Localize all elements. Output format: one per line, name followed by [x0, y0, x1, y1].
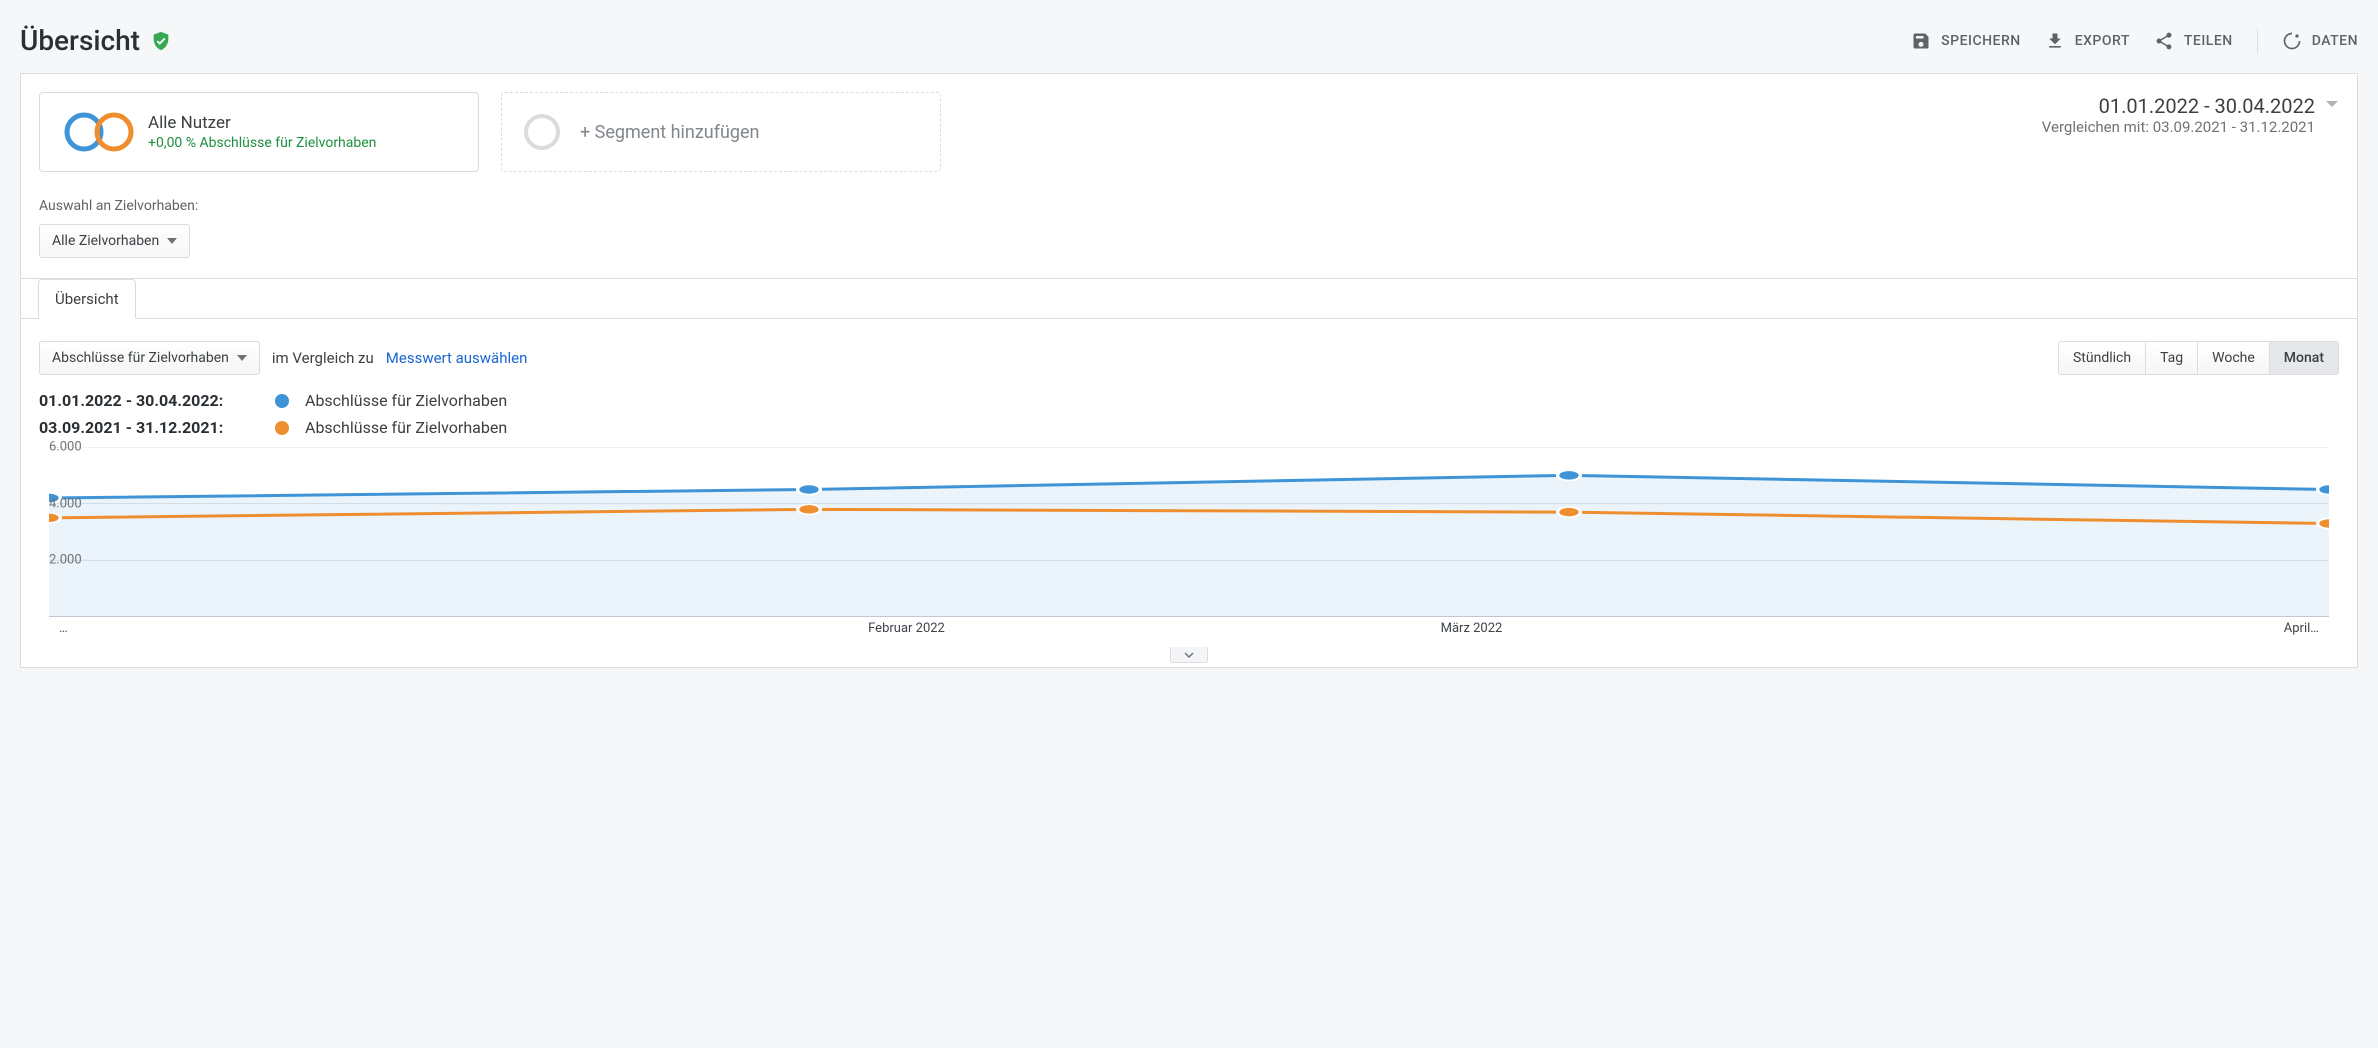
- segment-subtitle: +0,00 % Abschlüsse für Zielvorhaben: [148, 135, 376, 151]
- legend-row-previous: 03.09.2021 - 31.12.2021: Abschlüsse für …: [39, 418, 2339, 437]
- date-range-main: 01.01.2022 - 30.04.2022: [2099, 94, 2315, 118]
- goal-select[interactable]: Alle Zielvorhaben: [39, 224, 190, 258]
- legend-dot-orange-icon: [275, 421, 289, 435]
- granularity-toggle: Stündlich Tag Woche Monat: [2058, 341, 2339, 375]
- date-range-picker[interactable]: 01.01.2022 - 30.04.2022 Vergleichen mit:…: [2042, 92, 2339, 136]
- legend-row-current: 01.01.2022 - 30.04.2022: Abschlüsse für …: [39, 391, 2339, 410]
- title-wrap: Übersicht: [20, 24, 172, 57]
- y-tick-label: 4.000: [49, 496, 82, 511]
- metric-row: Abschlüsse für Zielvorhaben im Vergleich…: [39, 319, 2339, 385]
- goal-select-value: Alle Zielvorhaben: [52, 233, 159, 249]
- header-actions: SPEICHERN EXPORT TEILEN DATEN: [1911, 29, 2358, 53]
- metric-select[interactable]: Abschlüsse für Zielvorhaben: [39, 341, 260, 375]
- chart-legend: 01.01.2022 - 30.04.2022: Abschlüsse für …: [39, 391, 2339, 437]
- share-button[interactable]: TEILEN: [2154, 31, 2233, 51]
- report-header: Übersicht SPEICHERN EXPORT TEILEN DATEN: [20, 16, 2358, 73]
- segment-name: Alle Nutzer: [148, 113, 376, 133]
- verified-shield-icon: [150, 30, 172, 52]
- tab-bar: Übersicht: [38, 278, 2339, 318]
- chevron-down-icon: [167, 238, 177, 244]
- y-tick-label: 6.000: [49, 440, 82, 455]
- metric-left: Abschlüsse für Zielvorhaben im Vergleich…: [39, 341, 527, 375]
- export-label: EXPORT: [2075, 33, 2130, 49]
- x-tick-label: März 2022: [1189, 621, 1754, 636]
- vs-label: im Vergleich zu: [272, 349, 374, 367]
- chevron-down-icon: [2325, 98, 2339, 114]
- export-icon: [2045, 31, 2065, 51]
- data-label: DATEN: [2312, 33, 2358, 49]
- granularity-hourly[interactable]: Stündlich: [2059, 342, 2145, 374]
- share-label: TEILEN: [2184, 33, 2233, 49]
- save-label: SPEICHERN: [1941, 33, 2021, 49]
- segment-info: Alle Nutzer +0,00 % Abschlüsse für Zielv…: [148, 113, 376, 151]
- segment-circles-icon: [62, 110, 136, 154]
- x-tick-label: April…: [1754, 621, 2319, 636]
- export-button[interactable]: EXPORT: [2045, 31, 2130, 51]
- date-lines: 01.01.2022 - 30.04.2022 Vergleichen mit:…: [2042, 94, 2315, 136]
- legend-date-current: 01.01.2022 - 30.04.2022:: [39, 391, 259, 410]
- line-chart: 2.0004.0006.000 …Februar 2022März 2022Ap…: [39, 447, 2339, 647]
- chevron-down-icon: [237, 355, 247, 361]
- legend-date-previous: 03.09.2021 - 31.12.2021:: [39, 418, 259, 437]
- y-tick-label: 2.000: [49, 553, 82, 568]
- granularity-day[interactable]: Tag: [2145, 342, 2197, 374]
- goal-select-label: Auswahl an Zielvorhaben:: [39, 198, 2339, 214]
- add-segment-button[interactable]: + Segment hinzufügen: [501, 92, 941, 172]
- tab-overview[interactable]: Übersicht: [38, 279, 136, 319]
- legend-label-previous: Abschlüsse für Zielvorhaben: [305, 418, 507, 437]
- granularity-month[interactable]: Monat: [2269, 342, 2338, 374]
- panel-resize-handle[interactable]: [1170, 647, 1208, 663]
- date-range-compare: Vergleichen mit: 03.09.2021 - 31.12.2021: [2042, 118, 2315, 136]
- segment-all-users[interactable]: Alle Nutzer +0,00 % Abschlüsse für Zielv…: [39, 92, 479, 172]
- chevron-down-icon: [1184, 652, 1194, 658]
- panel-resize-grip: [39, 647, 2339, 663]
- save-icon: [1911, 31, 1931, 51]
- x-tick-label: Februar 2022: [624, 621, 1189, 636]
- chart-svg: [49, 447, 2329, 617]
- metric-compare-link[interactable]: Messwert auswählen: [386, 349, 528, 367]
- divider: [2257, 29, 2258, 53]
- page-title: Übersicht: [20, 24, 140, 57]
- chart-x-axis: …Februar 2022März 2022April…: [49, 617, 2329, 636]
- report-card: Alle Nutzer +0,00 % Abschlüsse für Zielv…: [20, 73, 2358, 668]
- intelligence-button[interactable]: DATEN: [2282, 31, 2358, 51]
- placeholder-ring-icon: [524, 114, 560, 150]
- legend-label-current: Abschlüsse für Zielvorhaben: [305, 391, 507, 410]
- share-icon: [2154, 31, 2174, 51]
- save-button[interactable]: SPEICHERN: [1911, 31, 2021, 51]
- metric-select-value: Abschlüsse für Zielvorhaben: [52, 350, 229, 366]
- legend-dot-blue-icon: [275, 394, 289, 408]
- x-tick-label: …: [59, 621, 624, 636]
- intelligence-icon: [2282, 31, 2302, 51]
- add-segment-label: + Segment hinzufügen: [580, 122, 760, 143]
- segment-row: Alle Nutzer +0,00 % Abschlüsse für Zielv…: [39, 92, 2339, 172]
- granularity-week[interactable]: Woche: [2197, 342, 2269, 374]
